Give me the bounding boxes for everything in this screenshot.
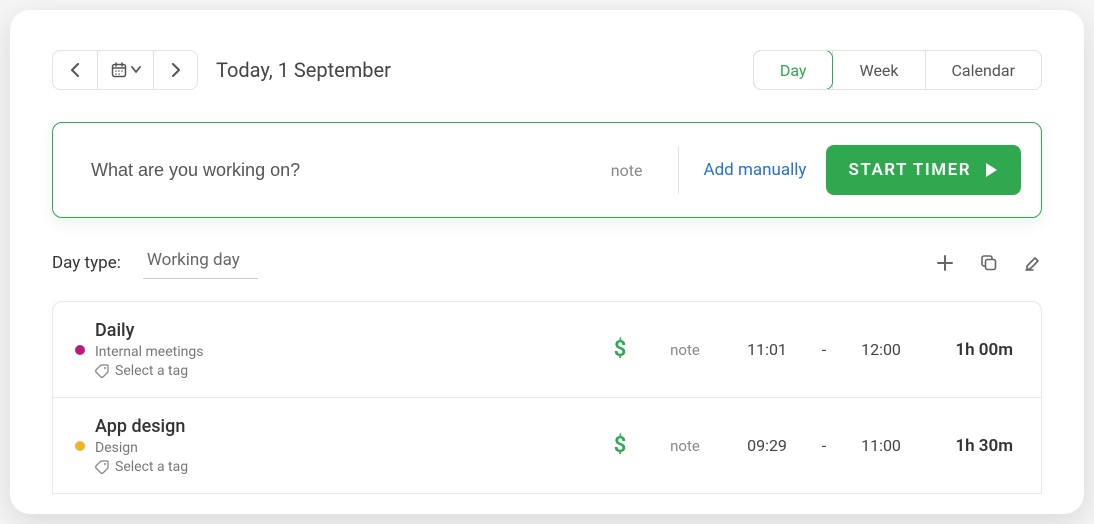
- entry-note-button[interactable]: note: [645, 437, 725, 455]
- entry-title: App design: [95, 416, 305, 437]
- entry-info: App design Design Select a tag: [95, 416, 305, 475]
- tag-icon: [95, 364, 109, 378]
- entry-category: Internal meetings: [95, 344, 305, 360]
- task-description-input[interactable]: [91, 160, 575, 181]
- tab-calendar[interactable]: Calendar: [925, 51, 1041, 89]
- divider: [678, 146, 679, 194]
- entry-duration: 1h 30m: [923, 436, 1013, 456]
- entry-category: Design: [95, 440, 305, 456]
- calendar-picker-button[interactable]: [97, 51, 153, 89]
- tag-label: Select a tag: [115, 459, 188, 475]
- plus-icon: [936, 254, 954, 272]
- entry-start-time[interactable]: 11:01: [735, 340, 799, 359]
- day-actions: [936, 254, 1042, 272]
- day-type-label: Day type:: [52, 253, 121, 273]
- time-separator: -: [809, 436, 839, 455]
- next-day-button[interactable]: [153, 51, 197, 89]
- start-timer-label: START TIMER: [848, 160, 971, 180]
- entry-start-time[interactable]: 09:29: [735, 436, 799, 455]
- date-nav-group: [52, 50, 198, 90]
- add-entry-button[interactable]: [936, 254, 954, 272]
- time-separator: -: [809, 340, 839, 359]
- tab-week[interactable]: Week: [832, 51, 924, 89]
- note-button[interactable]: note: [575, 161, 679, 180]
- view-tabs: Day Week Calendar: [753, 50, 1042, 90]
- entry-title: Daily: [95, 320, 305, 341]
- entry-end-time[interactable]: 12:00: [849, 340, 913, 359]
- start-timer-button[interactable]: START TIMER: [826, 145, 1021, 195]
- day-type-select[interactable]: Working day: [143, 246, 258, 279]
- entry-info: Daily Internal meetings Select a tag: [95, 320, 305, 379]
- entry-note-button[interactable]: note: [645, 341, 725, 359]
- edit-icon: [1024, 254, 1042, 272]
- entry-duration: 1h 00m: [923, 340, 1013, 360]
- edit-day-button[interactable]: [1024, 254, 1042, 272]
- select-tag-button[interactable]: Select a tag: [95, 459, 305, 475]
- time-entry[interactable]: Daily Internal meetings Select a tag $ n…: [53, 302, 1041, 397]
- project-color-dot: [75, 441, 85, 451]
- project-color-dot: [75, 345, 85, 355]
- time-entries-list: Daily Internal meetings Select a tag $ n…: [52, 301, 1042, 494]
- chevron-left-icon: [70, 63, 80, 77]
- chevron-down-icon: [131, 66, 141, 74]
- tab-day[interactable]: Day: [753, 50, 834, 90]
- billable-toggle[interactable]: $: [605, 433, 635, 458]
- entry-end-time[interactable]: 11:00: [849, 436, 913, 455]
- prev-day-button[interactable]: [53, 51, 97, 89]
- current-date-label: Today, 1 September: [216, 58, 391, 82]
- chevron-right-icon: [171, 63, 181, 77]
- tag-icon: [95, 460, 109, 474]
- calendar-icon: [111, 62, 127, 78]
- copy-day-button[interactable]: [980, 254, 998, 272]
- time-tracker-card: Today, 1 September Day Week Calendar not…: [10, 10, 1084, 514]
- select-tag-button[interactable]: Select a tag: [95, 363, 305, 379]
- billable-toggle[interactable]: $: [605, 337, 635, 362]
- timer-panel: note Add manually START TIMER: [52, 122, 1042, 218]
- play-icon: [983, 162, 999, 178]
- tag-label: Select a tag: [115, 363, 188, 379]
- copy-icon: [980, 254, 998, 272]
- add-manually-link[interactable]: Add manually: [703, 160, 806, 180]
- day-type-row: Day type: Working day: [52, 246, 1042, 279]
- topbar: Today, 1 September Day Week Calendar: [52, 50, 1042, 90]
- time-entry[interactable]: App design Design Select a tag $ note 09…: [53, 397, 1041, 493]
